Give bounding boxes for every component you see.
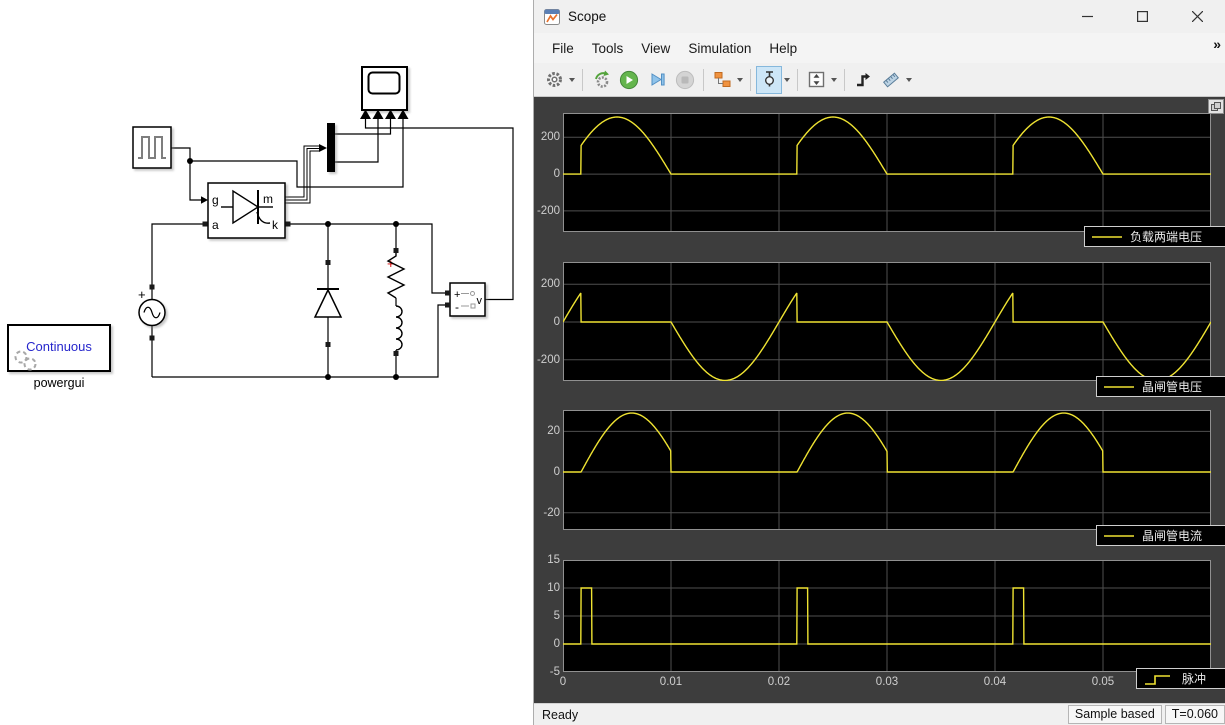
y-tick-label: -200	[536, 353, 560, 366]
status-sim-time: T=0.060	[1164, 705, 1225, 724]
port-label-gate: g	[212, 193, 219, 207]
status-bar: Ready Sample based T=0.060	[534, 703, 1225, 725]
port-label-measurement: m	[263, 192, 273, 206]
powergui-block[interactable]: Continuous powergui	[7, 324, 111, 390]
legend-label: 晶闸管电流	[1142, 529, 1203, 543]
thyristor-block[interactable]: g a m k	[202, 182, 291, 239]
demux-block[interactable]	[327, 123, 335, 172]
voltage-measurement-block[interactable]: + - v	[445, 282, 486, 317]
y-tick-label: 0	[553, 638, 560, 650]
port-label-cathode: k	[272, 218, 279, 232]
toolbar-separator	[703, 68, 704, 91]
source-plus-label: +	[138, 287, 146, 302]
menu-bar: File Tools View Simulation Help	[534, 33, 1225, 64]
port-label-anode: a	[212, 218, 219, 232]
inductor-icon	[395, 305, 403, 351]
run-with-stepping-icon-button[interactable]	[588, 66, 614, 94]
scope-axes-4	[563, 560, 1211, 672]
scope-axes-2	[562, 262, 1212, 382]
y-tick-label: 200	[540, 278, 560, 291]
y-tick-label: 15	[547, 554, 560, 566]
legend-label: 脉冲	[1182, 672, 1207, 686]
status-text: Ready	[542, 707, 579, 722]
measurements-dropdown-caret[interactable]	[906, 77, 912, 82]
powergui-name-label: powergui	[34, 376, 85, 390]
y-tick-label: 10	[547, 582, 560, 594]
scope-screen-icon	[367, 71, 401, 95]
legend-subplot-1[interactable]: 负载两端电压	[1084, 226, 1225, 247]
x-tick-label: 0.04	[983, 676, 1007, 688]
settings-dropdown-caret[interactable]	[569, 77, 575, 82]
cursor-measurements-button[interactable]	[756, 65, 782, 94]
trigger-button[interactable]	[850, 66, 876, 94]
maximize-axes-button[interactable]	[1208, 99, 1224, 114]
menu-overflow-chevron[interactable]: »	[1213, 36, 1221, 52]
simulink-model-canvas: g a m k + + + - v Continuous powergui	[7, 66, 514, 390]
legend-line-icon	[1104, 385, 1134, 388]
y-tick-label: 0	[553, 168, 560, 181]
y-tick-label: 200	[540, 131, 560, 144]
y-tick-label: 5	[553, 610, 560, 622]
cursor-measurements-dropdown-caret[interactable]	[784, 77, 790, 82]
legend-subplot-3[interactable]: 晶闸管电流	[1096, 525, 1225, 546]
status-sample-mode: Sample based	[1067, 705, 1162, 724]
highlight-simulink-block-button[interactable]	[709, 66, 735, 94]
y-tick-label: -200	[536, 204, 560, 217]
menu-tools[interactable]: Tools	[583, 36, 633, 61]
legend-subplot-2[interactable]: 晶闸管电压	[1096, 376, 1225, 397]
toolbar	[534, 63, 1225, 97]
x-tick-label: 0.03	[875, 676, 899, 688]
x-tick-label: 0	[559, 676, 567, 688]
scope-app-icon	[544, 8, 560, 25]
plot-region: -200 0 200 负载两端电压 -200 0 200 晶闸管电压 -20 0 20 晶闸管电流 -5…	[534, 97, 1225, 703]
y-tick-label: 0	[553, 466, 560, 479]
menu-help[interactable]: Help	[760, 36, 806, 61]
measurements-ruler-button[interactable]	[878, 66, 904, 94]
x-tick-label: 0.01	[659, 676, 683, 688]
scope-axes-3	[563, 410, 1211, 530]
stop-button[interactable]	[672, 66, 698, 94]
toolbar-separator	[844, 68, 845, 91]
span-axes-button[interactable]	[803, 66, 829, 94]
menu-simulation[interactable]: Simulation	[679, 36, 760, 61]
application-root: g a m k + + + - v Continuous powergui Sc…	[0, 0, 1225, 725]
scope-block[interactable]	[360, 66, 409, 119]
step-forward-button[interactable]	[644, 66, 670, 94]
y-tick-label: -20	[543, 506, 560, 519]
legend-line-icon	[1092, 235, 1122, 238]
toolbar-separator	[797, 68, 798, 91]
y-tick-label: 0	[553, 315, 560, 328]
window-title: Scope	[568, 9, 607, 24]
toolbar-separator	[582, 68, 583, 91]
vm-minus-label: -	[455, 300, 459, 314]
maximize-button[interactable]	[1115, 0, 1170, 33]
title-bar: Scope	[534, 0, 1225, 33]
run-button[interactable]	[616, 66, 642, 94]
powergui-mode-label: Continuous	[26, 339, 92, 354]
settings-gear-button[interactable]	[541, 66, 567, 94]
menu-view[interactable]: View	[632, 36, 679, 61]
close-button[interactable]	[1170, 0, 1225, 33]
legend-subplot-4[interactable]: 脉冲	[1136, 668, 1225, 689]
window-controls	[1060, 0, 1225, 33]
y-tick-label: 20	[547, 425, 560, 438]
span-axes-dropdown-caret[interactable]	[831, 77, 837, 82]
scope-axes-1	[563, 113, 1211, 232]
resistor-icon	[386, 253, 406, 299]
x-tick-label: 0.05	[1091, 676, 1115, 688]
legend-label: 负载两端电压	[1130, 230, 1203, 244]
legend-step-icon	[1145, 674, 1170, 685]
legend-line-icon	[1104, 534, 1134, 537]
minimize-button[interactable]	[1060, 0, 1115, 33]
menu-file[interactable]: File	[543, 36, 583, 61]
vm-signal-label: v	[477, 295, 483, 307]
x-tick-label: 0.02	[767, 676, 791, 688]
highlight-dropdown-caret[interactable]	[737, 77, 743, 82]
scope-window: Scope FileToolsViewSimulationHelp »	[533, 0, 1225, 725]
toolbar-separator	[750, 68, 751, 91]
pulse-generator-block[interactable]	[132, 126, 172, 169]
legend-label: 晶闸管电压	[1142, 380, 1203, 394]
